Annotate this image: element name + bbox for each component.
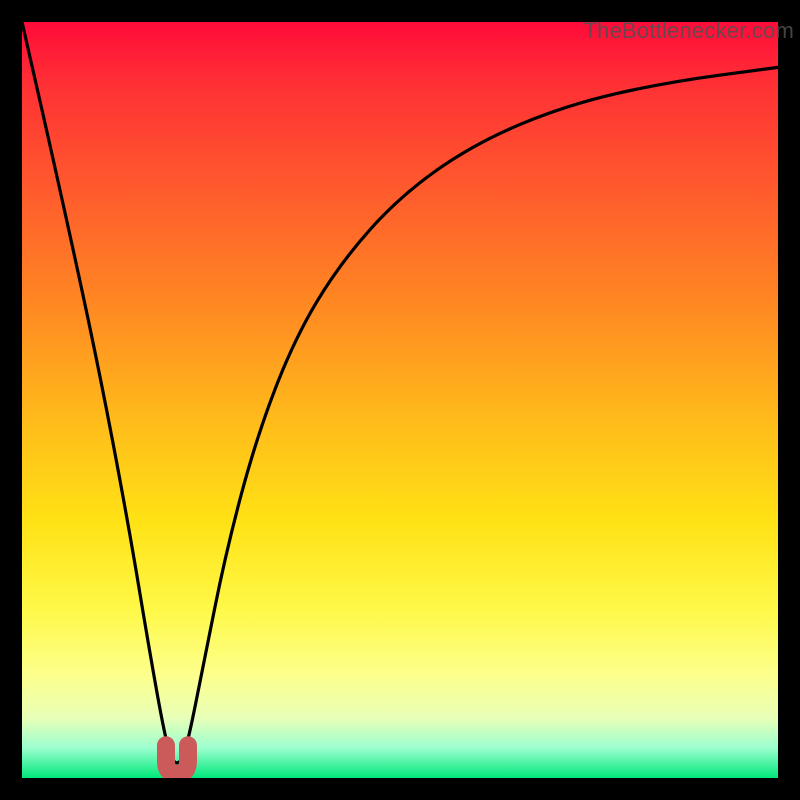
curve-layer [22,22,778,778]
chart-frame: TheBottlenecker.com [0,0,800,800]
plot-area [22,22,778,778]
minimum-marker [166,745,188,774]
bottleneck-curve [22,22,778,763]
